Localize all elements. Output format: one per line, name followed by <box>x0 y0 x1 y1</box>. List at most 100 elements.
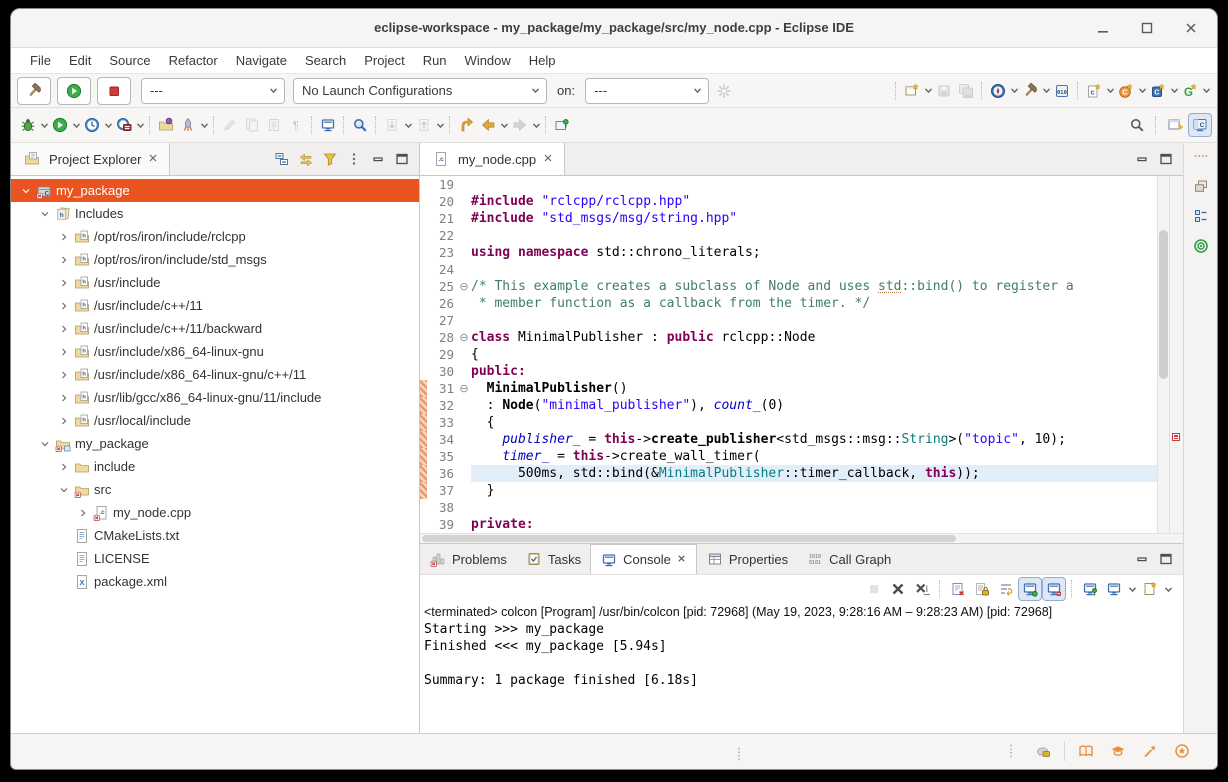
chevron-down-icon[interactable] <box>499 121 509 130</box>
prev-annotation-icon[interactable] <box>413 114 435 136</box>
chevron-down-icon[interactable] <box>530 86 540 95</box>
fold-collapse-icon[interactable]: ⊖ <box>457 278 471 295</box>
tree-item-package-xml[interactable]: Xpackage.xml <box>11 570 419 593</box>
launch-rocket-icon[interactable] <box>177 114 199 136</box>
fold-collapse-icon[interactable]: ⊖ <box>457 380 471 397</box>
close-icon[interactable] <box>676 552 687 567</box>
chevron-right-icon[interactable] <box>74 508 91 518</box>
maximize-icon[interactable] <box>1155 548 1177 570</box>
pilcrow-icon[interactable]: ¶ <box>285 114 307 136</box>
new-wizard-icon[interactable] <box>901 80 923 102</box>
menu-refactor[interactable]: Refactor <box>160 48 227 73</box>
drag-grip-icon[interactable] <box>728 743 750 765</box>
tab-properties[interactable]: Properties <box>697 544 797 574</box>
menu-project[interactable]: Project <box>355 48 413 73</box>
chevron-down-icon[interactable] <box>403 121 413 130</box>
debug-compass-icon[interactable] <box>987 80 1009 102</box>
menu-navigate[interactable]: Navigate <box>227 48 296 73</box>
c-search-icon[interactable] <box>349 114 371 136</box>
gear-icon[interactable] <box>713 80 735 102</box>
chevron-down-icon[interactable] <box>71 121 81 130</box>
menu-file[interactable]: File <box>21 48 60 73</box>
copy-lines-icon[interactable] <box>241 114 263 136</box>
chevron-down-icon[interactable] <box>199 121 209 130</box>
chevron-down-icon[interactable] <box>135 121 145 130</box>
tree-item--usr-include-x86-64-linux-gnu[interactable]: h/usr/include/x86_64-linux-gnu <box>11 340 419 363</box>
chevron-right-icon[interactable] <box>55 255 72 265</box>
show-output-icon[interactable] <box>1043 578 1065 600</box>
tree-item--usr-local-include[interactable]: h/usr/local/include <box>11 409 419 432</box>
minimize-icon[interactable] <box>367 148 389 170</box>
build-hammer-icon[interactable] <box>1019 80 1041 102</box>
chevron-down-icon[interactable] <box>1201 86 1211 95</box>
console-output[interactable]: <terminated> colcon [Program] /usr/bin/c… <box>420 603 1183 733</box>
profile-icon[interactable] <box>81 114 103 136</box>
last-edit-icon[interactable] <box>455 114 477 136</box>
new-console-icon[interactable] <box>1139 578 1161 600</box>
chevron-down-icon[interactable] <box>1137 86 1147 95</box>
chevron-down-icon[interactable] <box>55 485 72 495</box>
tree-item--usr-include-x86-64-linux-gnu-c-11[interactable]: h/usr/include/x86_64-linux-gnu/c++/11 <box>11 363 419 386</box>
new-c-source-icon[interactable]: c <box>1083 80 1105 102</box>
chevron-down-icon[interactable] <box>1127 585 1137 594</box>
binary-icon[interactable]: 010 <box>1051 80 1073 102</box>
tree-item-license[interactable]: LICENSE <box>11 547 419 570</box>
open-console-icon[interactable] <box>1103 578 1125 600</box>
chevron-right-icon[interactable] <box>55 416 72 426</box>
build-target-icon[interactable] <box>1190 235 1212 257</box>
cpp-perspective-icon[interactable]: C <box>1189 114 1211 136</box>
tree-item--usr-include-c-11-backward[interactable]: h/usr/include/c++/11/backward <box>11 317 419 340</box>
chevron-right-icon[interactable] <box>55 232 72 242</box>
editor-horizontal-scrollbar[interactable] <box>420 533 1183 543</box>
chevron-right-icon[interactable] <box>55 462 72 472</box>
outline-icon[interactable] <box>1190 205 1212 227</box>
collapse-all-icon[interactable] <box>271 148 293 170</box>
tab-console[interactable]: Console <box>590 544 697 574</box>
coverage-icon[interactable] <box>113 114 135 136</box>
search-icon[interactable] <box>1126 114 1148 136</box>
build-hammer-button[interactable] <box>17 77 51 105</box>
new-c-file-icon[interactable]: C <box>1147 80 1169 102</box>
chevron-right-icon[interactable] <box>55 370 72 380</box>
forward-icon[interactable] <box>509 114 531 136</box>
chevron-down-icon[interactable] <box>1009 86 1019 95</box>
chevron-right-icon[interactable] <box>55 301 72 311</box>
save-all-icon[interactable] <box>955 80 977 102</box>
maximize-icon[interactable] <box>1155 148 1177 170</box>
editor-tab[interactable]: .c my_node.cpp <box>420 143 565 175</box>
chevron-right-icon[interactable] <box>55 393 72 403</box>
chevron-down-icon[interactable] <box>39 121 49 130</box>
chevron-down-icon[interactable] <box>1041 86 1051 95</box>
stop-button[interactable] <box>97 77 131 105</box>
remove-launch-icon[interactable] <box>887 578 909 600</box>
debug-bug-icon[interactable] <box>17 114 39 136</box>
project-explorer-tab[interactable]: Project Explorer <box>11 143 170 175</box>
menu-run[interactable]: Run <box>414 48 456 73</box>
tree-item-my-package[interactable]: my_package <box>11 432 419 455</box>
grip-icon[interactable] <box>1000 740 1022 762</box>
overview-ruler[interactable] <box>1169 176 1183 533</box>
terminate-icon[interactable] <box>863 578 885 600</box>
new-make-target-icon[interactable]: G <box>1179 80 1201 102</box>
tree-item-my-package[interactable]: Cmy_package <box>11 179 419 202</box>
chevron-down-icon[interactable] <box>36 209 53 219</box>
chevron-down-icon[interactable] <box>1105 86 1115 95</box>
title-bar[interactable]: eclipse-workspace - my_package/my_packag… <box>11 9 1217 48</box>
new-cpp-class-icon[interactable]: C <box>1115 80 1137 102</box>
tree-item--opt-ros-iron-include-rclcpp[interactable]: h/opt/ros/iron/include/rclcpp <box>11 225 419 248</box>
pin-editor-icon[interactable] <box>551 114 573 136</box>
chevron-down-icon[interactable] <box>1163 585 1173 594</box>
menu-help[interactable]: Help <box>520 48 565 73</box>
run-play-icon[interactable] <box>49 114 71 136</box>
link-editor-icon[interactable] <box>295 148 317 170</box>
open-element-icon[interactable] <box>155 114 177 136</box>
tree-item-src[interactable]: src <box>11 478 419 501</box>
tree-item-include[interactable]: include <box>11 455 419 478</box>
chevron-right-icon[interactable] <box>55 324 72 334</box>
learn-icon[interactable] <box>1107 740 1129 762</box>
close-icon[interactable] <box>542 152 554 167</box>
close-icon[interactable] <box>147 152 159 167</box>
display-console-icon[interactable] <box>1079 578 1101 600</box>
run-play-button[interactable] <box>57 77 91 105</box>
build-config-combo[interactable]: --- <box>141 78 285 104</box>
